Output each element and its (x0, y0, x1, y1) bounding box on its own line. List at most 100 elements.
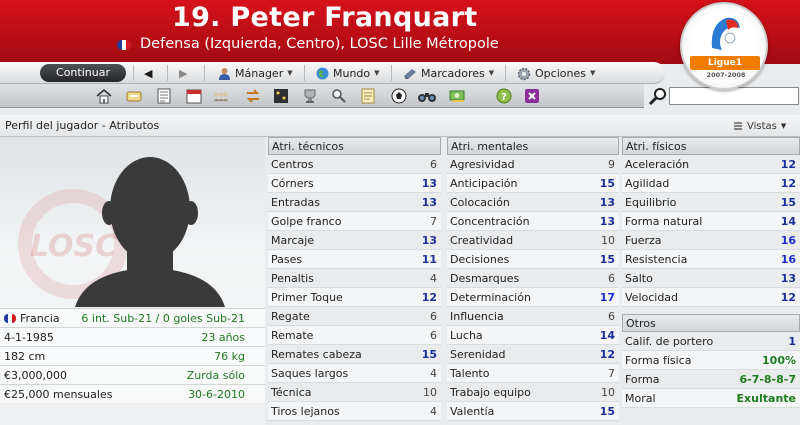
league-logo[interactable]: Ligue1 Orange 2007-2008 (680, 2, 768, 90)
attribute-row[interactable]: Pases 11 (268, 250, 441, 269)
age-value: 23 años (201, 331, 245, 344)
finances-icon[interactable] (449, 88, 465, 104)
attribute-value: 13 (599, 215, 615, 228)
forward-arrow-icon[interactable]: ▶ (179, 67, 187, 80)
league-brand: Ligue1 Orange (690, 56, 760, 82)
attribute-row[interactable]: Saques largos 4 (268, 364, 441, 383)
search-icon[interactable] (648, 86, 668, 106)
attribute-value: 12 (421, 291, 437, 304)
attribute-row[interactable]: Remate 6 (268, 326, 441, 345)
attribute-row[interactable]: Entradas 13 (268, 193, 441, 212)
attribute-row[interactable]: Calif. de portero 1 (622, 332, 800, 351)
attribute-row[interactable]: Penaltis 4 (268, 269, 441, 288)
attribute-row[interactable]: Talento 7 (447, 364, 619, 383)
attribute-row[interactable]: Marcaje 13 (268, 231, 441, 250)
news-icon[interactable] (156, 88, 172, 104)
attribute-value: 15 (421, 348, 437, 361)
ligue1-mark-icon (711, 17, 740, 50)
attribute-row[interactable]: Agresividad 9 (447, 155, 619, 174)
birthdate-value: 4-1-1985 (4, 331, 54, 344)
attribute-value: 17 (599, 291, 615, 304)
attribute-row[interactable]: Regate 6 (268, 307, 441, 326)
attribute-row[interactable]: Córners 13 (268, 174, 441, 193)
attribute-name: Centros (271, 158, 314, 171)
back-arrow-icon[interactable]: ◀ (144, 67, 152, 80)
inbox-icon[interactable] (126, 88, 142, 104)
views-menu[interactable]: Vistas ▼ (728, 118, 791, 134)
attribute-row[interactable]: Influencia 6 (447, 307, 619, 326)
attribute-row[interactable]: Forma física 100% (622, 351, 800, 370)
manager-menu[interactable]: Mánager ▼ (218, 66, 293, 81)
attribute-row[interactable]: Serenidad 12 (447, 345, 619, 364)
attribute-value: 13 (780, 272, 796, 285)
attribute-row[interactable]: Aceleración 12 (622, 155, 800, 174)
mental-attributes-table: Atri. mentales Agresividad 9 Anticipación 1… (447, 137, 619, 425)
attribute-name: Calif. de portero (625, 335, 714, 348)
attribute-row[interactable]: Equilibrio 15 (622, 193, 800, 212)
attribute-row[interactable]: Desmarques 6 (447, 269, 619, 288)
attribute-row[interactable]: Anticipación 15 (447, 174, 619, 193)
attribute-name: Serenidad (450, 348, 506, 361)
attribute-value: Exultante (736, 392, 796, 405)
scout-icon[interactable] (331, 88, 347, 104)
tactics-icon[interactable] (273, 88, 289, 104)
physical-attributes-table: Atri. físicos Aceleración 12 Agilidad 12 Equ… (622, 137, 800, 425)
attribute-value: 6 (430, 329, 437, 342)
attribute-row[interactable]: Golpe franco 7 (268, 212, 441, 231)
world-menu[interactable]: Mundo ▼ (316, 66, 380, 81)
attribute-value: 16 (780, 234, 796, 247)
attribute-name: Trabajo equipo (450, 386, 531, 399)
attribute-row[interactable]: Salto 13 (622, 269, 800, 288)
continue-button[interactable]: Continuar (40, 64, 126, 82)
bookmarks-menu[interactable]: Marcadores ▼ (403, 66, 494, 81)
attribute-row[interactable]: Agilidad 12 (622, 174, 800, 193)
binoculars-icon[interactable] (417, 88, 437, 104)
calendar-icon[interactable] (186, 88, 202, 104)
attribute-row[interactable]: Determinación 17 (447, 288, 619, 307)
home-icon[interactable] (96, 88, 112, 104)
squad-icon[interactable] (213, 88, 229, 104)
attribute-row[interactable]: Remates cabeza 15 (268, 345, 441, 364)
attribute-row[interactable]: Concentración 13 (447, 212, 619, 231)
competitions-icon[interactable] (302, 88, 318, 104)
notes-icon[interactable] (360, 88, 376, 104)
attribute-name: Anticipación (450, 177, 518, 190)
attribute-row[interactable]: Forma natural 14 (622, 212, 800, 231)
attribute-name: Remate (271, 329, 314, 342)
nav-divider (391, 65, 392, 81)
attribute-name: Primer Toque (271, 291, 343, 304)
exit-icon[interactable] (524, 88, 540, 104)
manager-menu-label: Mánager (235, 67, 284, 80)
attribute-value: 10 (601, 234, 615, 247)
attribute-row[interactable]: Centros 6 (268, 155, 441, 174)
attribute-row[interactable]: Primer Toque 12 (268, 288, 441, 307)
attribute-value: 6 (608, 310, 615, 323)
attribute-name: Técnica (271, 386, 312, 399)
physical-header: Atri. físicos (622, 137, 800, 155)
transfers-icon[interactable] (245, 88, 261, 104)
attribute-row[interactable]: Fuerza 16 (622, 231, 800, 250)
navigation-bar: Continuar ◀ ▶ Mánager ▼ Mundo ▼ Marcadores… (0, 62, 665, 84)
attribute-row[interactable]: Resistencia 16 (622, 250, 800, 269)
attribute-row[interactable]: Creatividad 10 (447, 231, 619, 250)
attribute-row[interactable]: Decisiones 15 (447, 250, 619, 269)
attribute-name: Moral (625, 392, 656, 405)
attribute-row[interactable]: Valentía 15 (447, 402, 619, 421)
attribute-row[interactable]: Velocidad 12 (622, 288, 800, 307)
attribute-name: Decisiones (450, 253, 510, 266)
contract-end-value: 30-6-2010 (188, 388, 245, 401)
options-menu[interactable]: Opciones ▼ (517, 66, 595, 81)
attribute-name: Tiros lejanos (271, 405, 340, 418)
help-icon[interactable]: ? (496, 88, 512, 104)
match-icon[interactable] (391, 88, 407, 104)
attribute-row[interactable]: Técnica 10 (268, 383, 441, 402)
attribute-row[interactable]: Colocación 13 (447, 193, 619, 212)
attribute-row[interactable]: Lucha 14 (447, 326, 619, 345)
attribute-name: Talento (450, 367, 490, 380)
attribute-row[interactable]: Moral Exultante (622, 389, 800, 408)
search-input[interactable] (669, 87, 799, 105)
attribute-row[interactable]: Trabajo equipo 10 (447, 383, 619, 402)
attribute-row[interactable]: Forma 6-7-8-8-7 (622, 370, 800, 389)
attribute-value: 15 (780, 196, 796, 209)
attribute-row[interactable]: Tiros lejanos 4 (268, 402, 441, 421)
